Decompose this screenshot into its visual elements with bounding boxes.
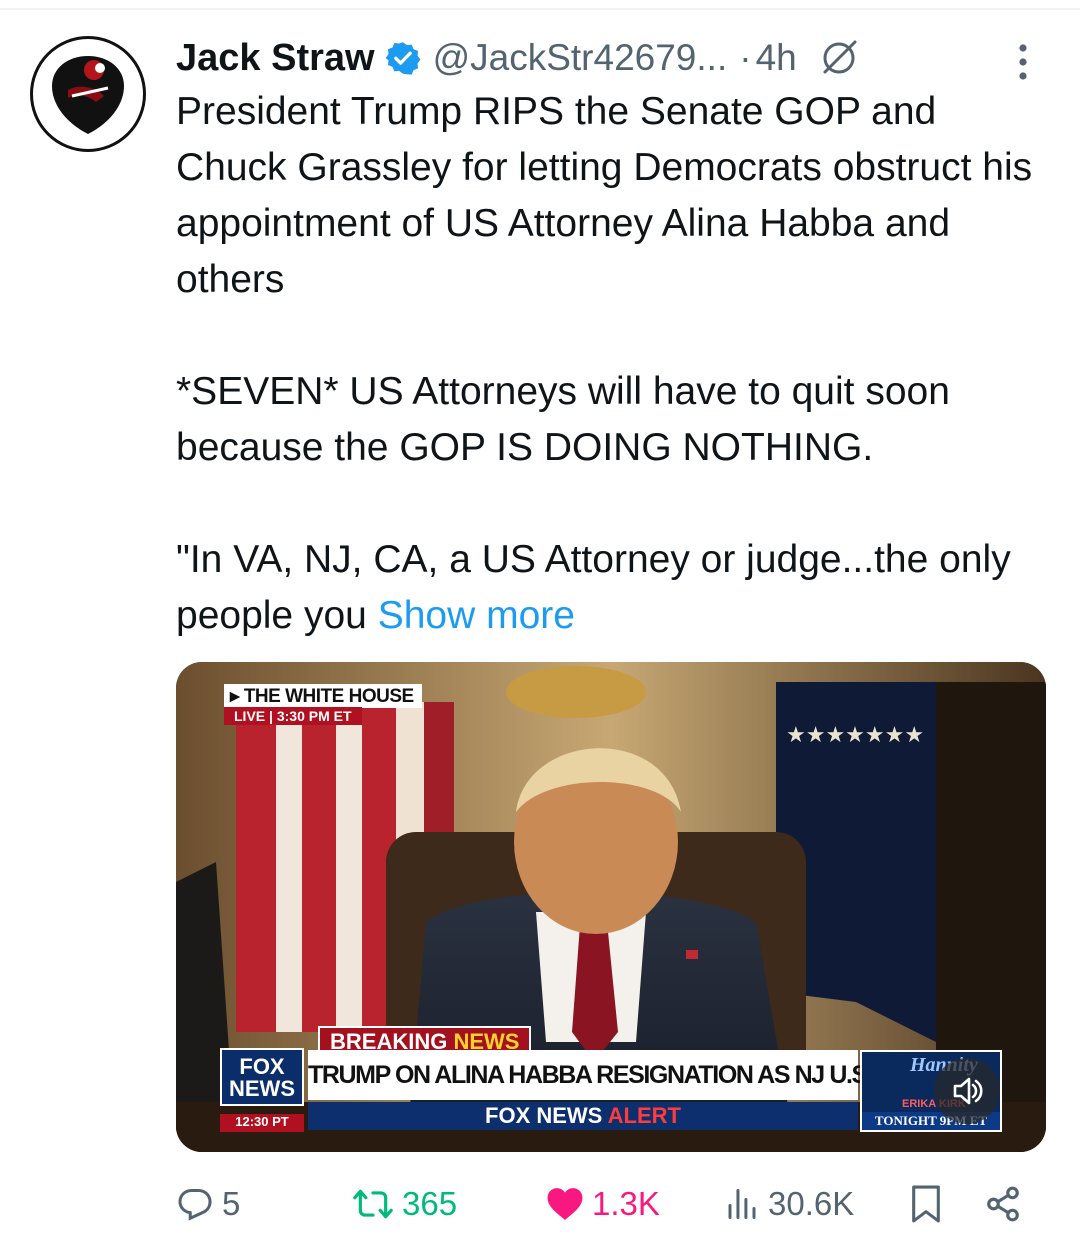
repost-button[interactable]: 365 — [352, 1176, 457, 1232]
live-divider: | — [269, 708, 273, 724]
avatar-logo-icon — [52, 56, 124, 134]
tweet-time[interactable]: 4h — [756, 37, 797, 79]
views-button[interactable]: 30.6K — [724, 1176, 854, 1232]
like-button[interactable]: 1.3K — [546, 1176, 660, 1232]
fox-time: 12:30 PT — [220, 1114, 304, 1132]
news-headline: TRUMP ON ALINA HABBA RESIGNATION AS NJ U… — [308, 1050, 936, 1100]
alert-word: ALERT — [607, 1103, 681, 1128]
tweet-paragraph: *SEVEN* US Attorneys will have to quit s… — [176, 370, 950, 469]
repost-count: 365 — [402, 1185, 458, 1222]
verified-badge-icon — [385, 42, 420, 75]
reply-count: 5 — [222, 1185, 241, 1222]
live-bar: LIVE | 3:30 PM ET — [224, 707, 362, 725]
author-handle[interactable]: @JackStr42679... — [433, 37, 728, 79]
like-count: 1.3K — [592, 1185, 660, 1222]
fox-logo-top: FOX — [239, 1054, 285, 1079]
header-separator: · — [739, 37, 752, 78]
share-icon — [987, 1186, 1019, 1222]
fox-news-logo: FOX NEWS — [220, 1048, 304, 1106]
bookmark-button[interactable] — [908, 1176, 952, 1232]
tweet-paragraph: President Trump RIPS the Senate GOP and … — [176, 90, 1033, 301]
top-divider — [0, 8, 1080, 10]
alert-brand: FOX NEWS — [485, 1103, 603, 1128]
video-player[interactable]: ★★★★★★★ ▸ THE WHITE HOUSE LIVE | 3:30 PM… — [176, 662, 1046, 1152]
author-name[interactable]: Jack Straw — [176, 37, 375, 80]
speaker-icon — [953, 1077, 983, 1105]
location-label: ▸ THE WHITE HOUSE — [224, 684, 422, 708]
share-button[interactable] — [984, 1176, 1030, 1232]
svg-text:★★★★★★★: ★★★★★★★ — [786, 723, 924, 748]
view-count: 30.6K — [768, 1185, 855, 1222]
bookmark-icon — [912, 1185, 940, 1223]
show-more-link[interactable]: Show more — [378, 594, 575, 637]
tweet-paragraph: "In VA, NJ, CA, a US Attorney or judge..… — [176, 532, 1056, 644]
grok-icon[interactable] — [819, 38, 859, 78]
tweet-text: President Trump RIPS the Senate GOP and … — [176, 84, 1056, 644]
reply-button[interactable]: 5 — [176, 1176, 240, 1232]
views-icon — [728, 1189, 756, 1219]
more-options-icon[interactable] — [1014, 42, 1032, 82]
tweet-actions: 5 365 1.3K 30.6K — [176, 1176, 1036, 1232]
fox-logo-bottom: NEWS — [229, 1076, 295, 1101]
avatar[interactable] — [30, 36, 146, 152]
tweet-header: Jack Straw @JackStr42679... · 4h — [176, 30, 859, 86]
mute-button[interactable] — [934, 1058, 1000, 1124]
heart-icon — [547, 1188, 583, 1220]
tweet-paragraph-text: "In VA, NJ, CA, a US Attorney or judge..… — [176, 538, 1011, 637]
reply-icon — [178, 1189, 212, 1221]
live-text: LIVE — [234, 708, 266, 724]
location-text: THE WHITE HOUSE — [243, 686, 414, 707]
live-time: 3:30 PM ET — [276, 708, 352, 724]
news-alert-bar: FOX NEWS ALERT — [308, 1102, 858, 1130]
repost-icon — [353, 1189, 393, 1219]
